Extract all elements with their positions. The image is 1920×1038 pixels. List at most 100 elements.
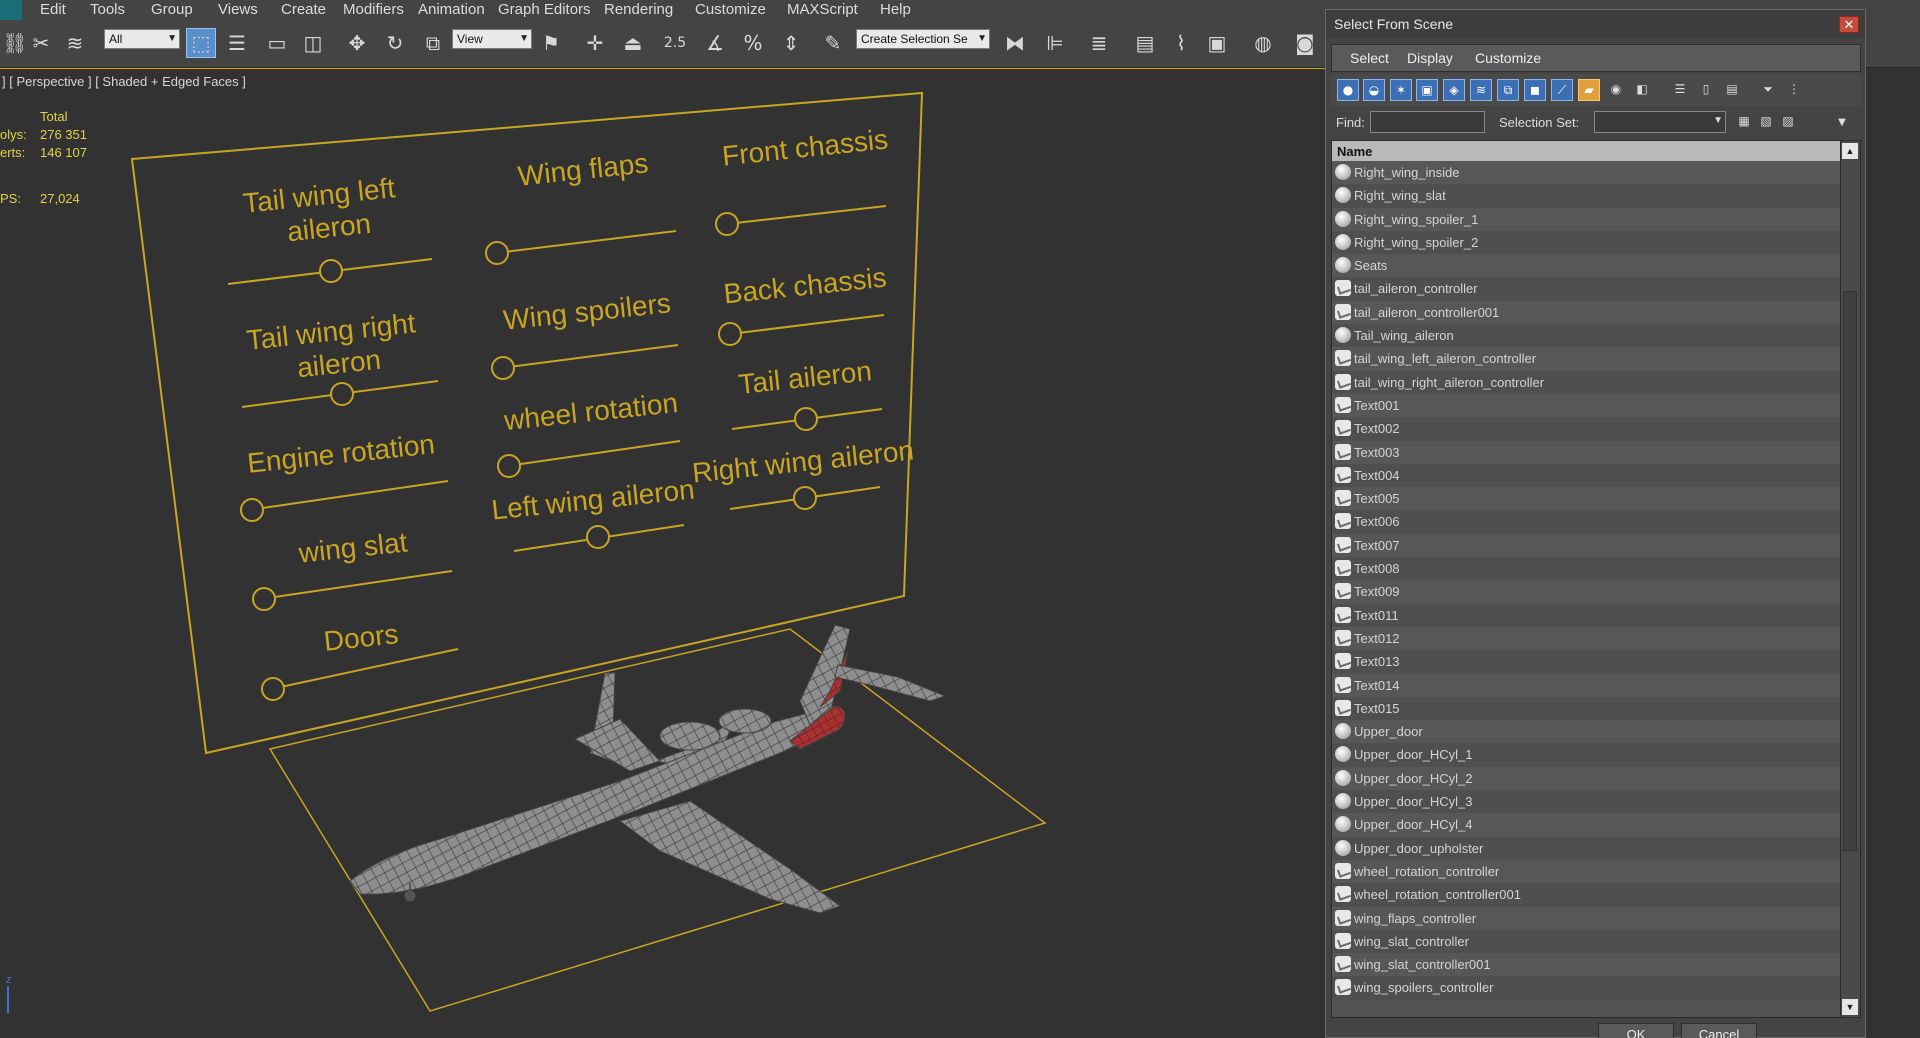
list-scrollbar[interactable]: ▲ ▼ xyxy=(1840,141,1860,1017)
snap-toggle-icon[interactable]: 2.5 xyxy=(660,28,690,58)
list-item[interactable]: Upper_door xyxy=(1332,720,1842,744)
move-icon[interactable]: ✥ xyxy=(342,28,372,58)
scroll-up-icon[interactable]: ▲ xyxy=(1842,143,1858,159)
list-item[interactable]: wheel_rotation_controller xyxy=(1332,859,1842,884)
menu-edit[interactable]: Edit xyxy=(40,1,66,18)
list-item[interactable]: Right_wing_spoiler_2 xyxy=(1332,230,1842,255)
display-all-icon[interactable]: ☰ xyxy=(1669,79,1691,101)
scene-view[interactable]: Tail wing left aileron Wing flaps Front … xyxy=(0,69,1325,1038)
scroll-down-icon[interactable]: ▼ xyxy=(1842,999,1858,1015)
filter-options-icon[interactable]: ⋮ xyxy=(1783,79,1805,101)
render-setup-icon[interactable]: ◙ xyxy=(1290,28,1320,58)
slider-track-front-chassis[interactable] xyxy=(717,205,887,226)
dialog-title[interactable]: Select From Scene xyxy=(1326,10,1865,38)
select-manipulate-icon[interactable]: ✛ xyxy=(580,28,610,58)
list-item[interactable]: Right_wing_inside xyxy=(1332,161,1842,185)
list-item[interactable]: wing_slat_controller001 xyxy=(1332,953,1842,977)
reference-coord-dropdown[interactable]: View ▼ xyxy=(452,29,532,49)
list-item[interactable]: Text015 xyxy=(1332,696,1842,721)
display-invert-icon[interactable]: ▤ xyxy=(1721,79,1743,101)
menu-group[interactable]: Group xyxy=(151,1,193,18)
menu-animation[interactable]: Animation xyxy=(418,1,485,18)
remove-from-set-icon[interactable]: ▨ xyxy=(1777,111,1799,133)
slider-track-doors[interactable] xyxy=(261,648,459,692)
slider-knob-tail-wing-left-aileron[interactable] xyxy=(319,259,343,283)
list-item[interactable]: Text001 xyxy=(1332,393,1842,418)
scale-icon[interactable]: ⧉ xyxy=(418,28,448,58)
menu-views[interactable]: Views xyxy=(218,1,258,18)
slider-track-engine-rotation[interactable] xyxy=(241,480,449,512)
airplane-engine-right[interactable] xyxy=(718,708,772,734)
menu-graph-editors[interactable]: Graph Editors xyxy=(498,1,591,18)
slider-knob-engine-rotation[interactable] xyxy=(240,498,264,522)
slider-knob-doors[interactable] xyxy=(261,677,285,701)
list-item[interactable]: Upper_door_HCyl_1 xyxy=(1332,743,1842,767)
list-item[interactable]: Text013 xyxy=(1332,650,1842,674)
filter-helpers-icon[interactable]: ◈ xyxy=(1443,79,1465,101)
schematic-view-icon[interactable]: ▣ xyxy=(1202,28,1232,58)
percent-snap-icon[interactable]: % xyxy=(738,28,768,58)
pivot-center-icon[interactable]: ⚑ xyxy=(536,28,566,58)
list-item[interactable]: Text012 xyxy=(1332,626,1842,651)
slider-knob-wing-flaps[interactable] xyxy=(485,241,509,265)
list-item[interactable]: tail_wing_right_aileron_controller xyxy=(1332,370,1842,394)
list-item[interactable]: Text008 xyxy=(1332,557,1842,581)
airplane-wing-root[interactable] xyxy=(573,718,661,772)
find-input[interactable] xyxy=(1370,111,1485,133)
filter-groups-icon[interactable]: ⧉ xyxy=(1497,79,1519,101)
list-item[interactable]: wing_spoilers_controller xyxy=(1332,976,1842,1000)
airplane-model[interactable] xyxy=(349,624,947,914)
angle-snap-icon[interactable]: ∡ xyxy=(700,28,730,58)
slider-knob-wing-slat[interactable] xyxy=(252,587,276,611)
menu-customize[interactable]: Customize xyxy=(695,1,766,18)
named-selection-set-dropdown[interactable]: Create Selection Se ▼ xyxy=(856,29,990,49)
list-item[interactable]: Text005 xyxy=(1332,487,1842,511)
list-item[interactable]: Seats xyxy=(1332,254,1842,278)
column-header-name[interactable]: Name xyxy=(1332,141,1842,161)
selection-set-dropdown[interactable]: ▼ xyxy=(1594,111,1726,133)
list-item[interactable]: Upper_door_upholster xyxy=(1332,836,1842,860)
list-item[interactable]: Upper_door_HCyl_4 xyxy=(1332,813,1842,837)
list-item[interactable]: wing_flaps_controller xyxy=(1332,906,1842,930)
keyboard-shortcut-icon[interactable]: ⏏ xyxy=(618,28,648,58)
curve-editor-icon[interactable]: ⌇ xyxy=(1166,28,1196,58)
menu-create[interactable]: Create xyxy=(281,1,326,18)
scene-object-list[interactable]: Name Right_wing_inside Right_wing_slat Rig… xyxy=(1331,140,1861,1018)
list-item[interactable]: Text004 xyxy=(1332,463,1842,488)
airplane-left-wing[interactable] xyxy=(618,800,842,914)
slider-knob-wing-spoilers[interactable] xyxy=(491,356,515,380)
list-item[interactable]: Text009 xyxy=(1332,580,1842,604)
list-item[interactable]: wheel_rotation_controller001 xyxy=(1332,883,1842,907)
slider-knob-right-wing-aileron[interactable] xyxy=(793,486,817,510)
display-none-icon[interactable]: ▯ xyxy=(1695,79,1717,101)
filter-bones-icon[interactable]: ⟋ xyxy=(1551,79,1573,101)
slider-track-wing-slat[interactable] xyxy=(253,570,453,601)
slider-knob-front-chassis[interactable] xyxy=(715,212,739,236)
mirror-icon[interactable]: ⧓ xyxy=(1000,28,1030,58)
list-item[interactable]: Upper_door_HCyl_3 xyxy=(1332,790,1842,814)
select-by-name-icon[interactable]: ☰ xyxy=(222,28,252,58)
perspective-viewport[interactable]: ] [ Perspective ] [ Shaded + Edged Faces… xyxy=(0,68,1325,1038)
list-item[interactable]: tail_aileron_controller xyxy=(1332,277,1842,301)
filter-lights-icon[interactable]: ✶ xyxy=(1390,79,1412,101)
filter-frozen-icon[interactable]: ◉ xyxy=(1605,79,1627,101)
slider-knob-wheel-rotation[interactable] xyxy=(497,454,521,478)
filter-containers-icon[interactable]: ▰ xyxy=(1578,79,1600,101)
list-item[interactable]: Right_wing_slat xyxy=(1332,184,1842,208)
list-item[interactable]: wing_slat_controller xyxy=(1332,929,1842,954)
slider-knob-left-wing-aileron[interactable] xyxy=(586,525,610,549)
select-object-icon[interactable]: ⬚ xyxy=(186,28,216,58)
menu-modifiers[interactable]: Modifiers xyxy=(343,1,404,18)
list-item[interactable]: Upper_door_HCyl_2 xyxy=(1332,766,1842,791)
app-logo-icon[interactable] xyxy=(0,0,22,20)
new-set-icon[interactable]: ▦ xyxy=(1733,111,1755,133)
material-editor-icon[interactable]: ◍ xyxy=(1248,28,1278,58)
list-item[interactable]: tail_aileron_controller001 xyxy=(1332,300,1842,325)
close-button[interactable]: ✕ xyxy=(1839,16,1859,33)
list-item[interactable]: Right_wing_spoiler_1 xyxy=(1332,207,1842,231)
filter-hidden-icon[interactable]: ◧ xyxy=(1631,79,1653,101)
airplane-horizontal-stabilizer[interactable] xyxy=(834,664,947,702)
list-item[interactable]: Text002 xyxy=(1332,417,1842,441)
list-item[interactable]: Text003 xyxy=(1332,440,1842,464)
rect-selection-icon[interactable]: ▭ xyxy=(262,28,292,58)
